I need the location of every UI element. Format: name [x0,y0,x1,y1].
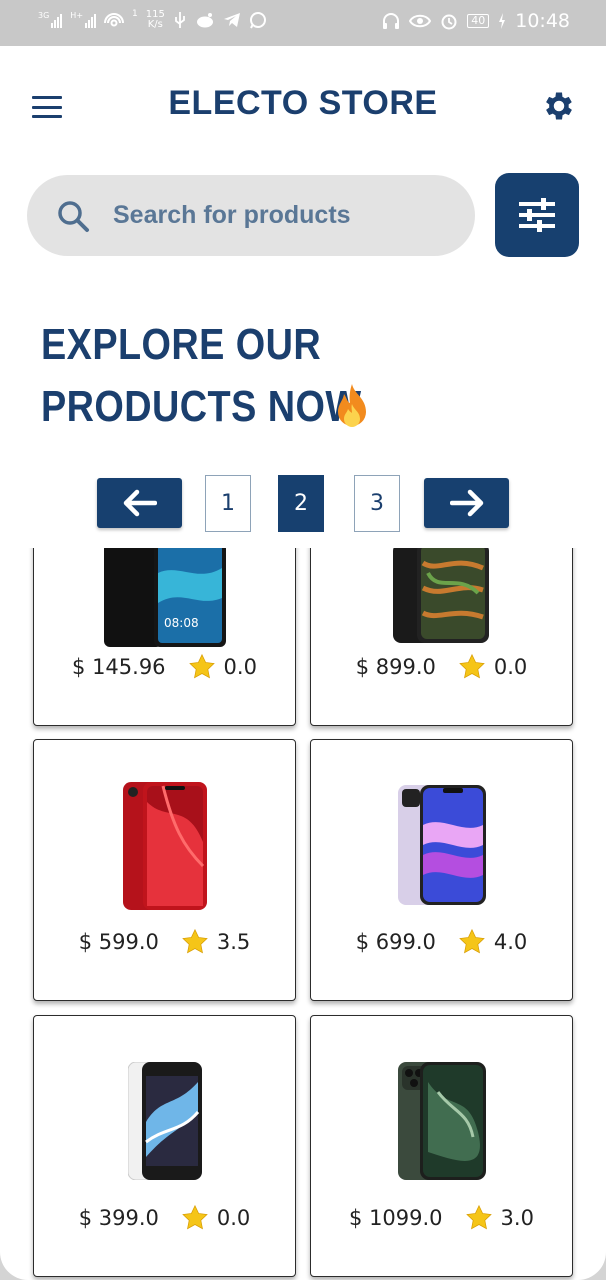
page-1-button[interactable]: 1 [205,475,251,532]
svg-text:08:08: 08:08 [164,616,199,630]
product-card[interactable]: $ 899.0 0.0 [310,548,573,726]
iphone-xs-image [392,548,489,643]
product-card[interactable]: $ 599.0 3.5 [33,739,296,1001]
search-bar[interactable] [27,175,475,256]
product-info: $ 899.0 0.0 [311,653,572,681]
telegram-icon [223,13,240,27]
search-input[interactable] [113,201,433,230]
iphone-xr-red-image [122,782,207,910]
star-icon [182,928,208,954]
battery-icon: 40 [467,14,490,28]
product-price: $ 699.0 [355,930,436,954]
star-icon [188,653,215,679]
headline-line-2: PRODUCTS NOW [41,382,362,431]
page-2-button[interactable]: 2 [278,475,324,532]
product-card[interactable]: 08:08 $ 145.96 0.0 [33,548,296,726]
headline: EXPLORE OUR PRODUCTS NOW [41,314,361,438]
status-right: 40 10:48 [382,10,570,32]
product-price: $ 899.0 [355,655,436,679]
usb-icon [174,12,185,28]
headline-line-1: EXPLORE OUR [41,320,322,369]
status-bar: 3G H+ 1 115 K/s 40 10:48 [0,0,606,46]
star-icon [182,1204,208,1230]
product-info: $ 399.0 0.0 [34,1204,295,1232]
product-rating: 0.0 [188,653,257,681]
gear-icon[interactable] [541,88,577,124]
next-page-button[interactable] [424,478,509,528]
product-rating: 4.0 [458,928,527,956]
iphone-11-purple-image [397,785,486,905]
product-card[interactable]: $ 699.0 4.0 [310,739,573,1001]
app-title: ELECTO STORE [168,84,438,122]
product-info: $ 699.0 4.0 [311,928,572,956]
star-icon [459,653,485,679]
product-price: $ 1099.0 [349,1206,443,1230]
network-speed: 115 K/s [145,9,165,30]
product-rating: 3.5 [181,928,250,956]
product-card[interactable]: $ 1099.0 3.0 [310,1015,573,1277]
product-info: $ 1099.0 3.0 [311,1204,572,1232]
iphone-11-pro-green-image [397,1062,486,1180]
arrow-right-icon [449,489,483,517]
sliders-icon [519,198,555,232]
star-icon [459,928,485,954]
iphone-se-white-image [127,1062,202,1180]
signal-h-icon: H+ [70,11,97,28]
product-price: $ 599.0 [78,930,159,954]
product-grid[interactable]: 08:08 $ 145.96 0.0 $ 899.0 0.0 $ 599.0 3… [0,548,606,1280]
product-info: $ 599.0 3.5 [34,928,295,956]
eye-icon [409,14,432,28]
product-price: $ 399.0 [78,1206,159,1230]
previous-page-button[interactable] [97,478,182,528]
product-info: $ 145.96 0.0 [34,653,295,681]
headphones-icon [383,13,400,29]
app-screen: ELECTO STORE EXPLORE OUR PRODUCTS NOW 1 … [0,46,606,1280]
status-left: 3G H+ 1 115 K/s [38,9,267,30]
charging-icon [499,13,506,29]
signal-3g-icon: 3G [38,11,63,28]
wifi-hotspot-icon [104,13,125,27]
page-3-button[interactable]: 3 [354,475,400,532]
reddit-icon [196,13,213,28]
product-rating: 3.0 [465,1204,534,1232]
whatsapp-icon [249,12,266,29]
status-time: 10:48 [515,10,570,32]
star-icon [465,1204,492,1230]
product-price: $ 145.96 [72,655,166,679]
alarm-icon [441,14,457,30]
arrow-left-icon [123,489,157,517]
product-card[interactable]: $ 399.0 0.0 [33,1015,296,1277]
search-icon [58,200,89,232]
product-rating: 0.0 [458,653,527,681]
huawei-phone-image: 08:08 [103,548,226,647]
filter-button[interactable] [495,173,579,257]
fire-icon [338,384,366,427]
sim-index: 1 [132,9,138,19]
product-rating: 0.0 [181,1204,250,1232]
